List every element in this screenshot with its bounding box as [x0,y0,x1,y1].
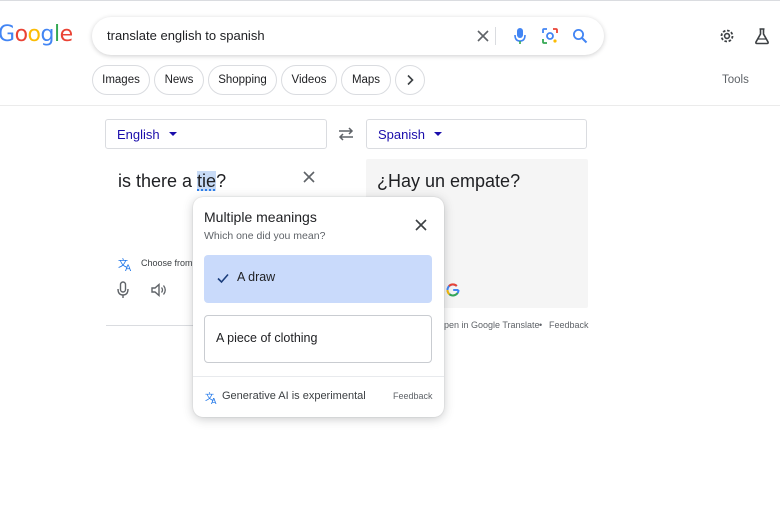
translate-icon: 文A [205,390,219,406]
feedback-link[interactable]: Feedback [549,320,589,330]
source-text-before: is there a [118,171,198,191]
chips-next-button[interactable] [395,65,425,95]
search-input[interactable]: translate english to spanish [107,28,265,43]
search-box[interactable]: translate english to spanish [92,17,604,55]
chip-news[interactable]: News [154,65,204,95]
close-icon[interactable] [473,26,493,46]
source-text[interactable]: is there a tie? [118,171,226,192]
mic-icon[interactable] [116,281,132,299]
search-icon[interactable] [570,26,590,46]
target-language-select[interactable]: Spanish [366,119,587,149]
speaker-icon[interactable] [150,282,168,298]
checkmark-icon [216,271,230,285]
choose-from-label[interactable]: Choose from [141,258,193,268]
logo-letter: o [14,22,28,47]
logo-letter: o [27,22,41,47]
caret-down-icon [168,132,177,136]
swap-languages-icon[interactable] [336,124,356,144]
google-logo[interactable]: Google [0,22,73,47]
target-language-label: Spanish [378,126,425,142]
top-border [0,0,780,1]
search-divider [495,27,496,45]
caret-down-icon [433,132,442,136]
popup-subtitle: Which one did you mean? [204,230,326,242]
ai-disclaimer: Generative AI is experimental [222,390,366,402]
chip-videos[interactable]: Videos [281,65,337,95]
svg-text:A: A [211,397,217,404]
lens-icon[interactable] [540,26,560,46]
meaning-option-label: A piece of clothing [216,331,318,345]
meaning-option-selected[interactable]: A draw [204,255,432,303]
chip-maps[interactable]: Maps [341,65,391,95]
source-language-label: English [117,126,160,142]
tools-button[interactable]: Tools [722,74,749,86]
svg-text:A: A [125,264,132,272]
meaning-option[interactable]: A piece of clothing [204,315,432,363]
popup-title: Multiple meanings [204,209,317,225]
source-language-select[interactable]: English [105,119,327,149]
popup-divider [193,376,444,377]
chip-images[interactable]: Images [92,65,150,95]
labs-icon[interactable] [751,25,773,47]
open-in-translate-link[interactable]: pen in Google Translate [444,320,540,330]
clear-text-icon[interactable] [301,169,317,185]
settings-icon[interactable] [716,25,738,47]
google-g-icon [446,283,460,297]
chip-shopping[interactable]: Shopping [208,65,277,95]
meaning-option-label: A draw [237,270,276,284]
logo-letter: g [40,22,55,47]
separator-dot: • [539,320,543,330]
popup-feedback-link[interactable]: Feedback [393,391,433,401]
source-text-highlight[interactable]: tie [197,171,217,191]
close-icon[interactable] [413,217,429,233]
translated-text: ¿Hay un empate? [377,171,521,191]
translate-icon: 文A [118,256,134,274]
chevron-right-icon [407,74,414,86]
multiple-meanings-popup: Multiple meanings Which one did you mean… [193,197,444,417]
logo-letter: G [0,22,15,47]
source-text-after: ? [216,171,227,191]
mic-icon[interactable] [510,26,530,46]
header-divider [0,105,780,106]
card-bottom-border [106,325,202,326]
logo-letter: e [59,22,74,47]
